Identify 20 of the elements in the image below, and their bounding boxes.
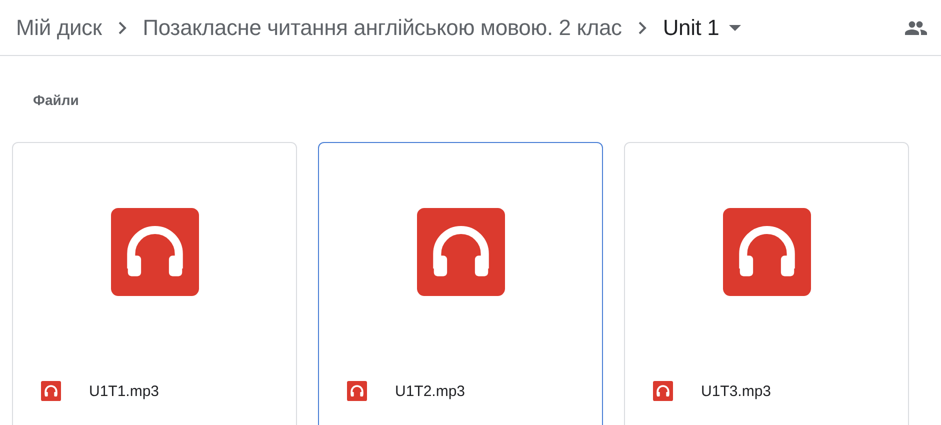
audio-file-icon (347, 381, 367, 401)
audio-file-icon (722, 208, 810, 296)
caret-icon[interactable] (729, 24, 742, 30)
audio-file-icon (653, 381, 673, 401)
audio-file-icon (41, 381, 61, 401)
chevron-icon (638, 20, 647, 34)
file-card[interactable]: U1T1.mp3 (12, 142, 297, 425)
breadcrumb-item[interactable]: Мій диск (14, 10, 104, 44)
file-name: U1T1.mp3 (89, 382, 160, 400)
file-card[interactable]: U1T2.mp3 (318, 142, 603, 425)
file-name: U1T3.mp3 (701, 382, 772, 400)
people-icon[interactable] (905, 20, 927, 34)
audio-file-icon (416, 208, 504, 296)
file-card[interactable]: U1T3.mp3 (624, 142, 909, 425)
breadcrumb-item[interactable]: Unit 1 (660, 10, 722, 44)
breadcrumb-item[interactable]: Позакласне читання англійською мовою. 2 клас (140, 10, 624, 44)
audio-file-icon (110, 208, 198, 296)
section-title: Файли (33, 92, 80, 108)
file-name: U1T2.mp3 (395, 382, 466, 400)
chevron-icon (118, 20, 127, 34)
